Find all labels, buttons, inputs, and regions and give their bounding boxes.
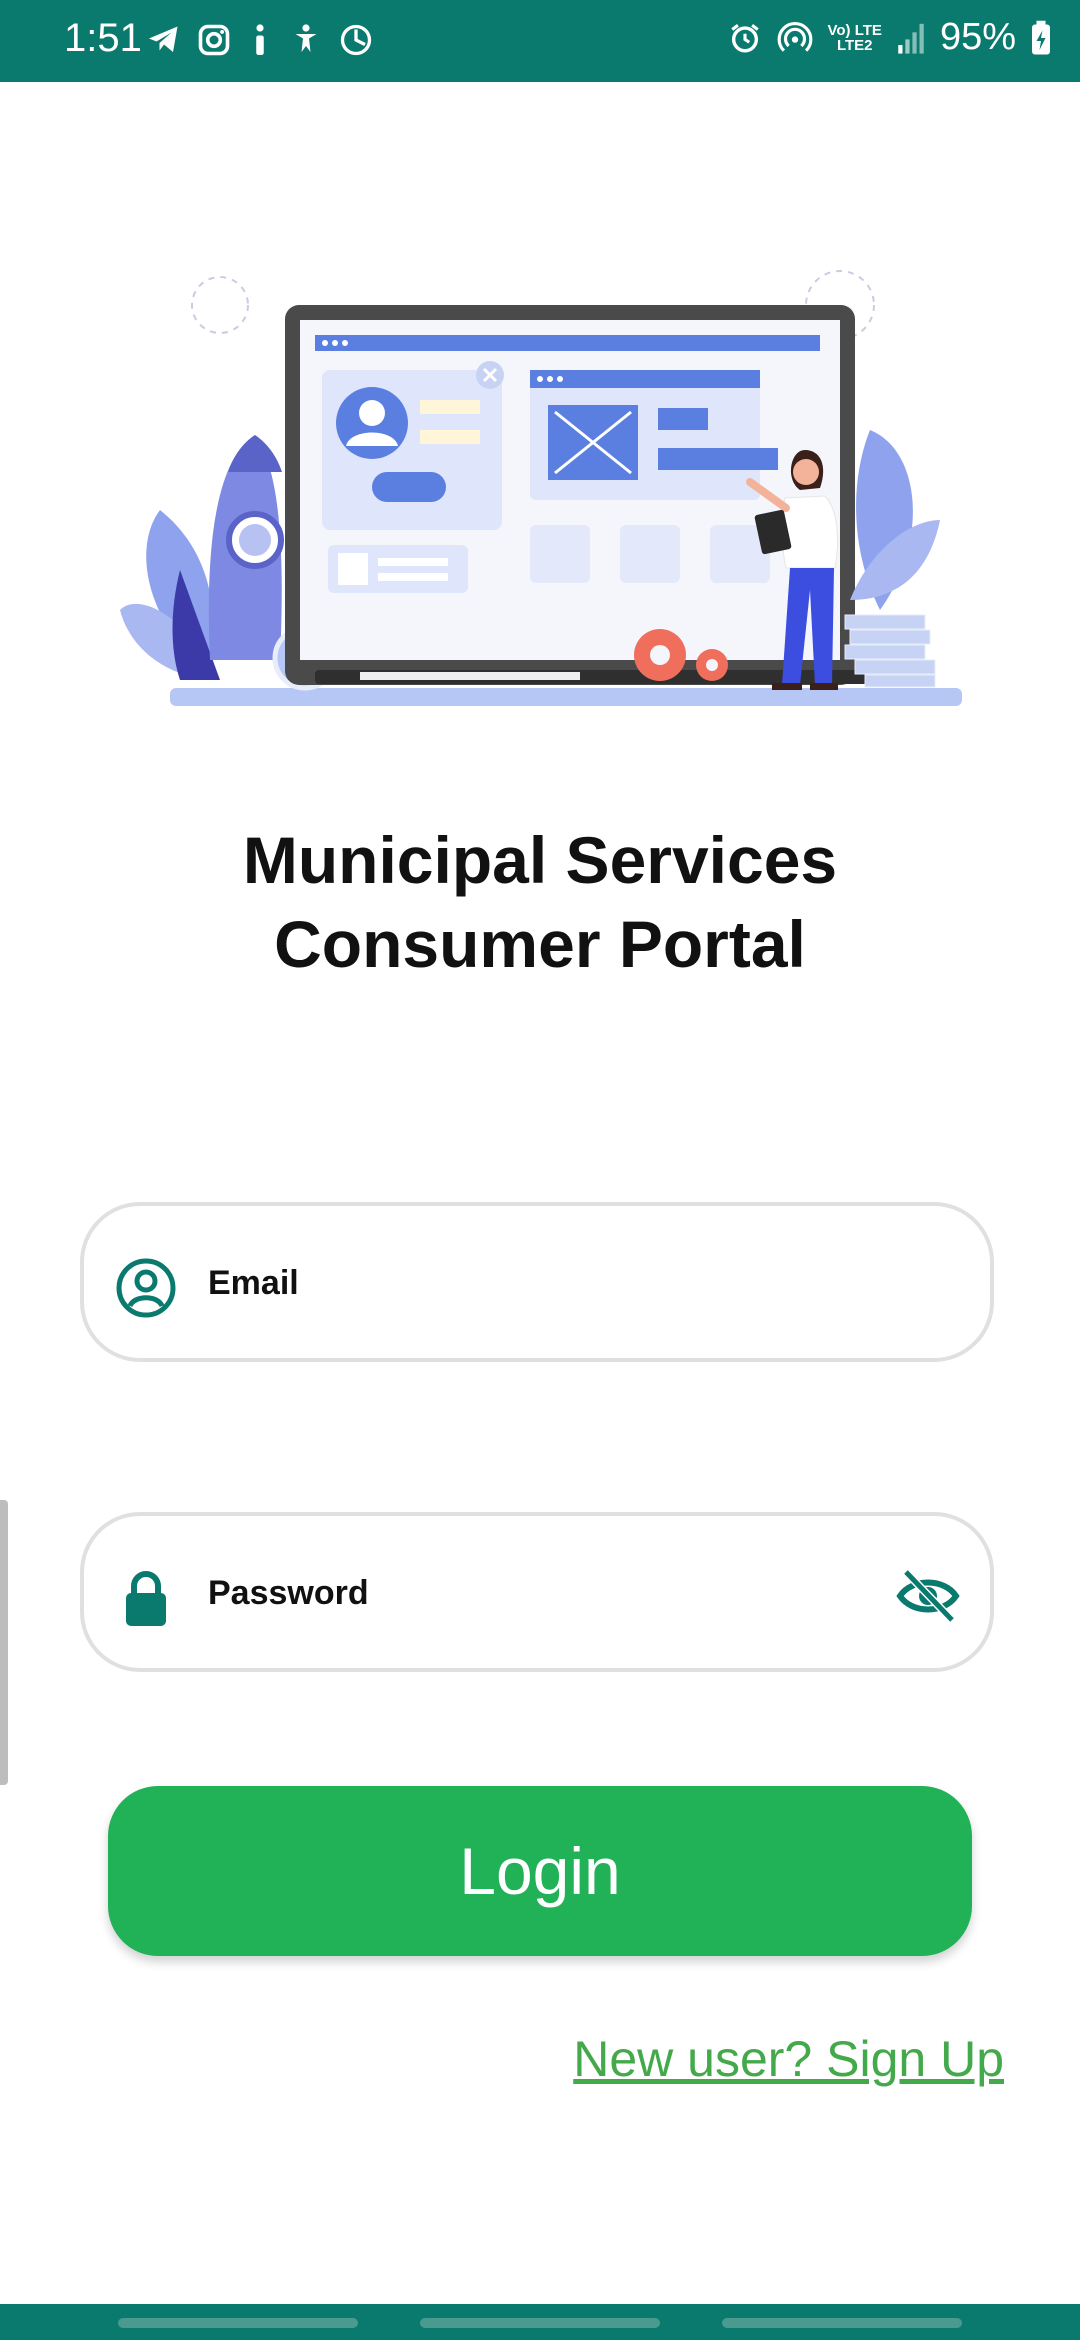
- title-line-2: Consumer Portal: [274, 907, 806, 981]
- instagram-icon: [198, 24, 230, 56]
- info-icon: [256, 24, 264, 55]
- account-circle-icon: [116, 1258, 176, 1318]
- side-scroll-handle[interactable]: [0, 1500, 8, 1785]
- password-label: Password: [208, 1574, 369, 1612]
- nav-handle-left[interactable]: [118, 2318, 358, 2328]
- status-time: 1:51: [64, 16, 142, 60]
- status-bar: 1:51 Vo) LTE LTE2 95%: [0, 0, 1080, 82]
- page-title: Municipal Services Consumer Portal: [0, 818, 1080, 986]
- password-field[interactable]: Password: [80, 1512, 994, 1672]
- hero-illustration: $: [120, 270, 962, 706]
- signal-icon: [898, 23, 924, 54]
- network-top-label: Vo) LTE: [827, 21, 882, 39]
- signup-link[interactable]: New user? Sign Up: [573, 2030, 1004, 2088]
- screen-titlebar: [315, 335, 820, 351]
- decor-circle-left: [191, 276, 249, 334]
- network-bottom-label: LTE2: [836, 36, 873, 54]
- title-line-1: Municipal Services: [242, 823, 838, 897]
- navigation-bar: [0, 2304, 1080, 2340]
- email-label: Email: [208, 1264, 299, 1302]
- login-button[interactable]: Login: [108, 1786, 972, 1956]
- activity-icon: [340, 24, 372, 56]
- status-right: Vo) LTE LTE2 95%: [728, 16, 1053, 59]
- status-left-icons: [146, 22, 374, 58]
- nav-handle-right[interactable]: [722, 2318, 962, 2328]
- visibility-off-icon[interactable]: [896, 1568, 960, 1624]
- battery-percent: 95%: [939, 16, 1016, 58]
- telegram-icon: [149, 26, 178, 52]
- email-field[interactable]: Email: [80, 1202, 994, 1362]
- accessibility-icon: [295, 24, 317, 52]
- network-indicator: Vo) LTE LTE2: [828, 23, 882, 53]
- hotspot-icon: [777, 21, 812, 52]
- base-platform: [170, 688, 962, 706]
- battery-icon: [1032, 20, 1050, 54]
- lock-icon: [126, 1571, 166, 1626]
- alarm-icon: [730, 23, 759, 52]
- nav-handle-center[interactable]: [420, 2318, 660, 2328]
